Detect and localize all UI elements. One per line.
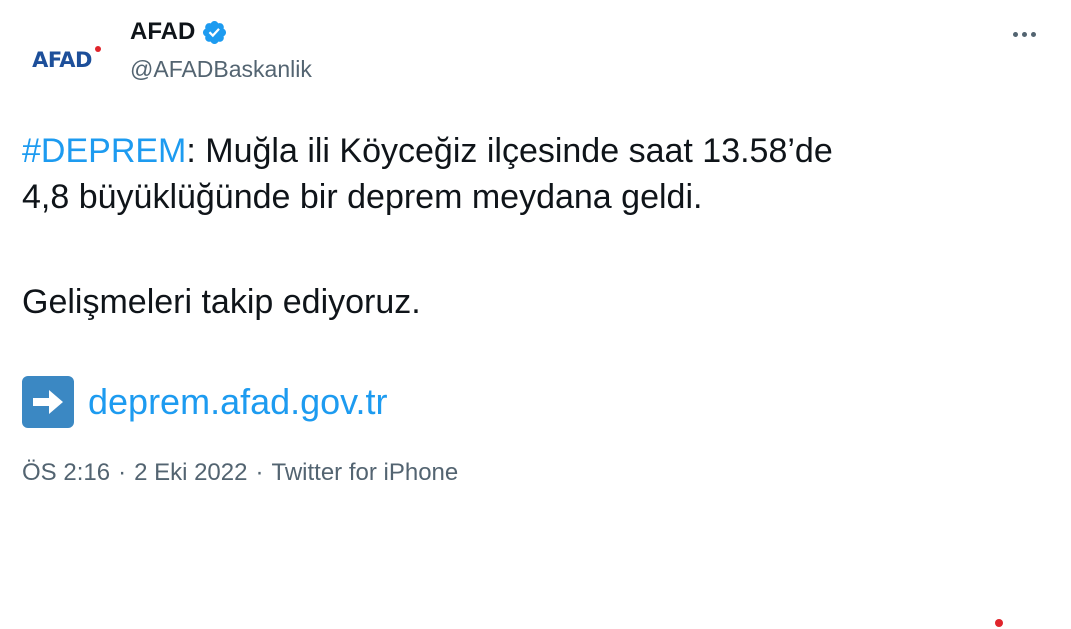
red-dot-marker <box>995 619 1003 627</box>
tweet-time[interactable]: ÖS 2:16 <box>22 459 110 487</box>
tweet-date[interactable]: 2 Eki 2022 <box>134 459 247 487</box>
logo-red-dot <box>94 46 101 52</box>
right-arrow-icon <box>22 376 74 428</box>
author-name-row[interactable]: AFAD <box>130 18 228 46</box>
more-dot <box>1012 31 1018 37</box>
external-link[interactable]: deprem.afad.gov.tr <box>88 381 388 423</box>
hashtag-link[interactable]: #DEPREM <box>22 132 186 170</box>
arrow-shape <box>33 390 63 414</box>
avatar-logo-text: AFAD <box>32 48 92 72</box>
author-name[interactable]: AFAD <box>130 18 195 46</box>
more-dot <box>1021 31 1027 37</box>
tweet-metadata: ÖS 2:16 · 2 Eki 2022 · Twitter for iPhon… <box>22 459 458 487</box>
afad-logo: AFAD <box>32 46 101 72</box>
verified-badge-icon <box>203 20 227 44</box>
more-dot <box>1030 31 1036 37</box>
link-row: deprem.afad.gov.tr <box>22 376 388 428</box>
tweet-card: AFAD AFAD @AFADBaskanlik #DEPREM: Muğla … <box>0 0 1071 505</box>
meta-separator: · <box>118 459 127 486</box>
tweet-source[interactable]: Twitter for iPhone <box>271 459 458 487</box>
tweet-line1-text: : Muğla ili Köyceğiz ilçesinde saat 13.5… <box>186 132 833 170</box>
more-options-icon[interactable] <box>1007 20 1041 48</box>
author-handle[interactable]: @AFADBaskanlik <box>130 56 312 83</box>
tweet-paragraph-2: Gelişmeleri takip ediyoruz. <box>22 283 421 321</box>
tweet-text: #DEPREM: Muğla ili Köyceğiz ilçesinde sa… <box>22 128 1022 220</box>
meta-separator: · <box>255 459 264 486</box>
avatar[interactable]: AFAD <box>16 14 108 106</box>
tweet-line2-text: 4,8 büyüklüğünde bir deprem meydana geld… <box>22 178 703 216</box>
